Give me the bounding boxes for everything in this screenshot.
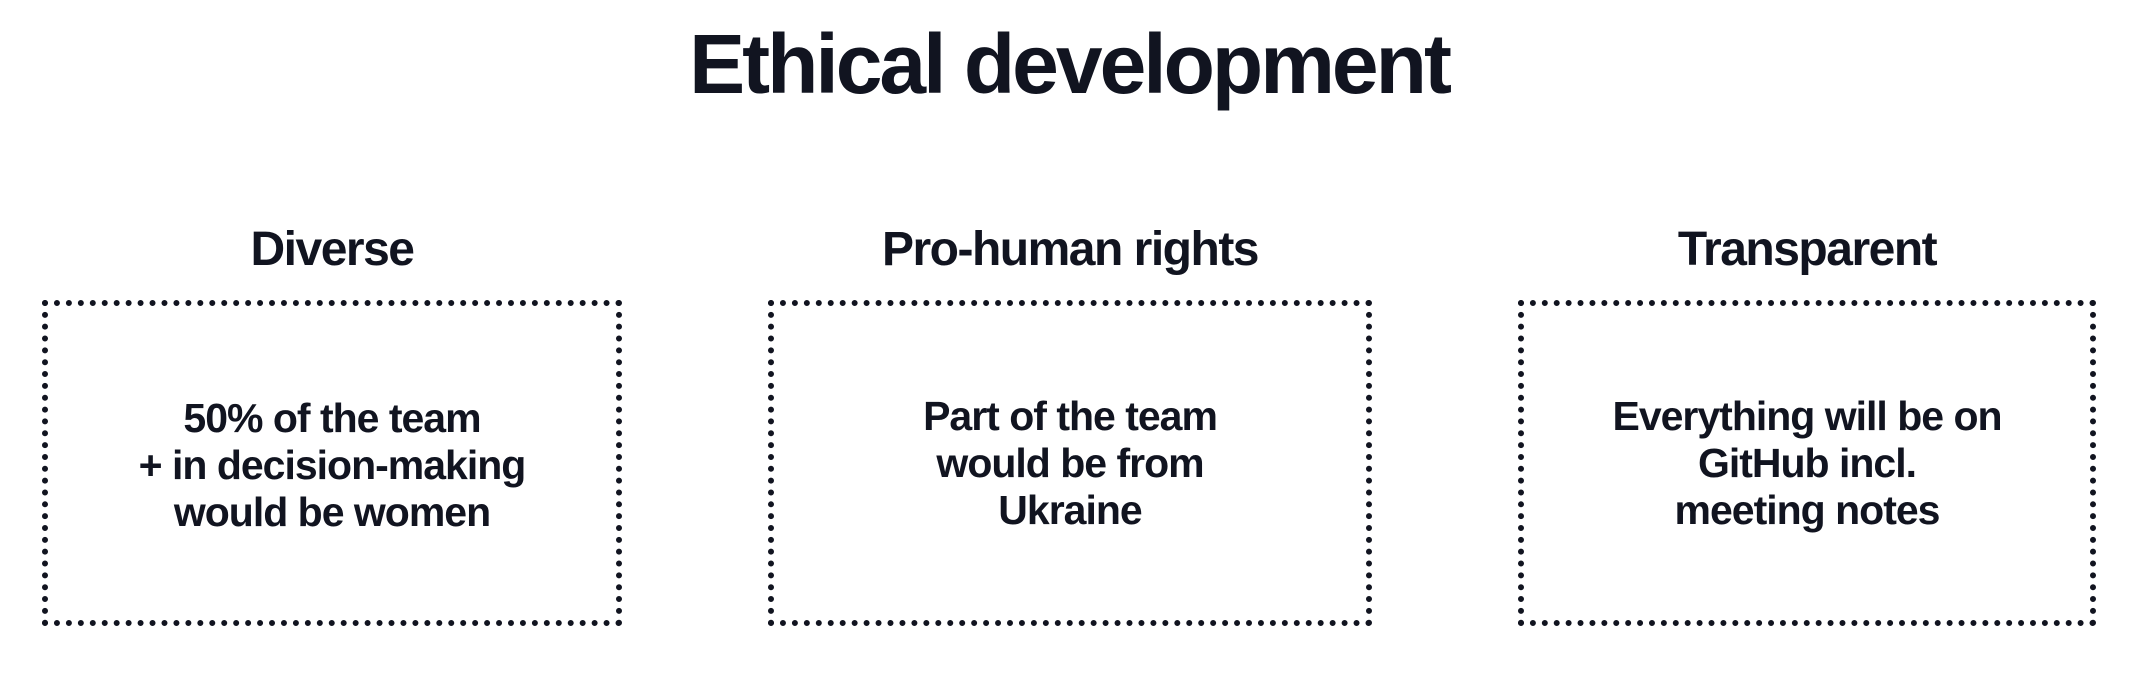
card-pro-human-rights: Part of the team would be from Ukraine [768, 300, 1372, 626]
card-text-transparent: Everything will be on GitHub incl. meeti… [1612, 392, 2002, 533]
column-heading-pro-human-rights: Pro-human rights [881, 223, 1260, 276]
card-text-pro-human-rights: Part of the team would be from Ukraine [923, 392, 1218, 533]
card-transparent: Everything will be on GitHub incl. meeti… [1518, 300, 2096, 626]
card-text-diverse: 50% of the team + in decision-making wou… [138, 394, 527, 535]
column-heading-diverse: Diverse [250, 223, 415, 276]
column-heading-transparent: Transparent [1677, 223, 1938, 276]
page-title: Ethical development [689, 17, 1452, 111]
card-diverse: 50% of the team + in decision-making wou… [42, 300, 622, 626]
